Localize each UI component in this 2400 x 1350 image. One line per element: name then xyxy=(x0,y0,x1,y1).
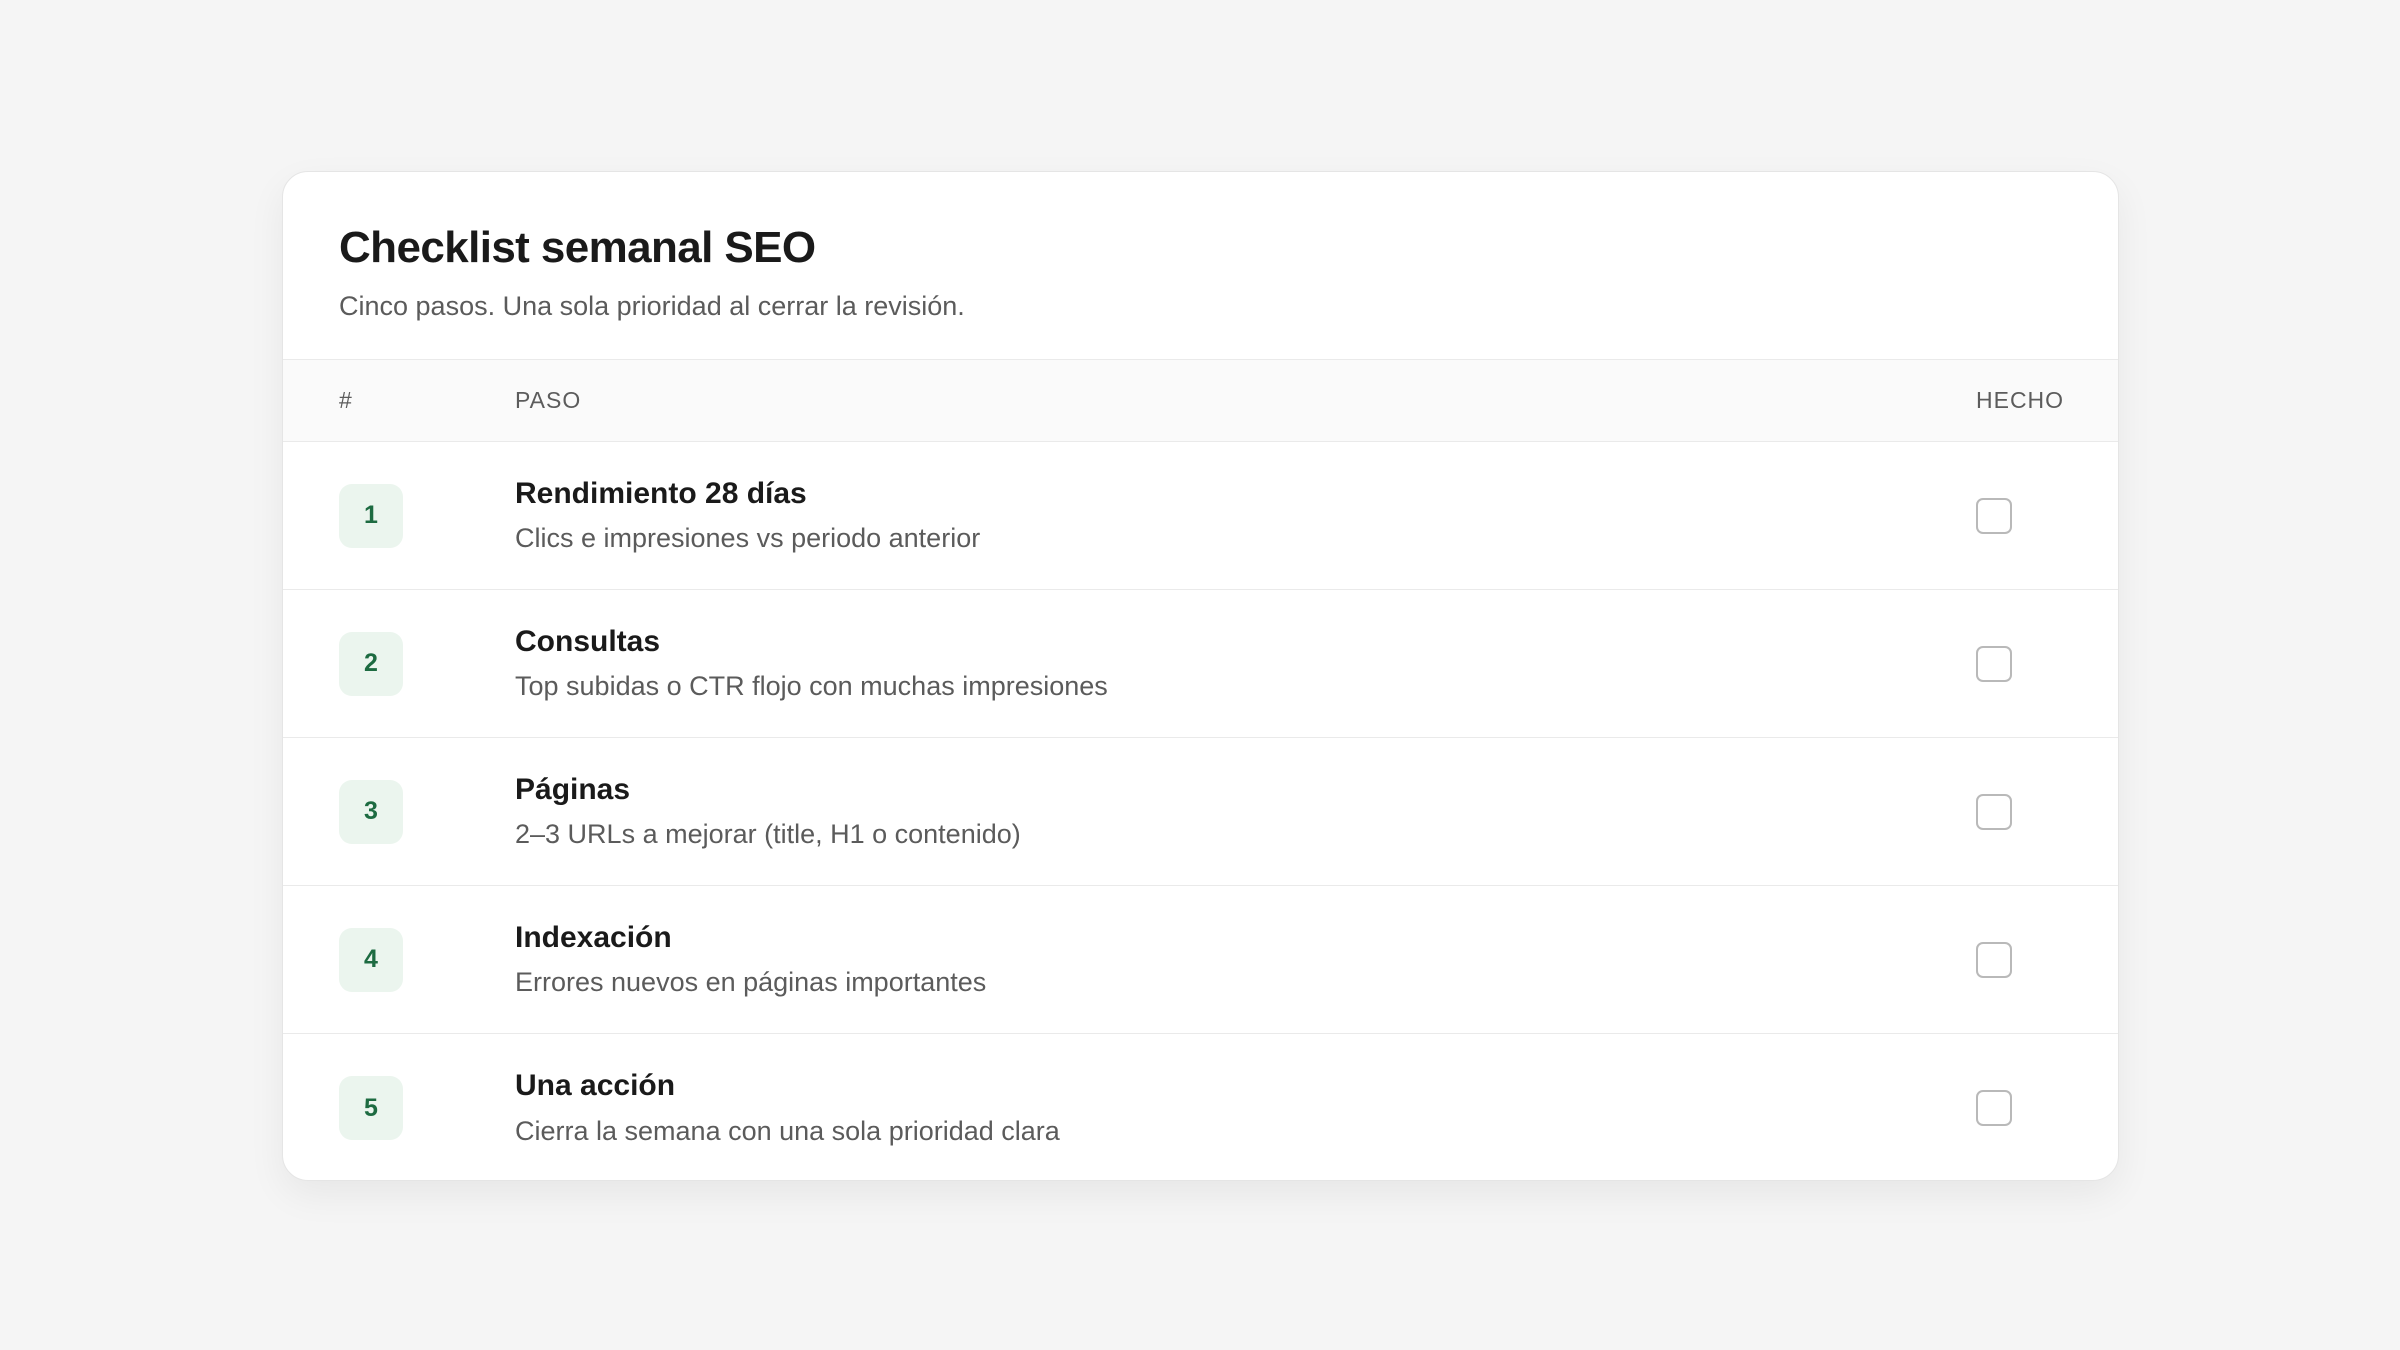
done-checkbox[interactable] xyxy=(1976,941,2012,978)
step-description: Top subidas o CTR flojo con muchas impre… xyxy=(515,671,1108,702)
done-checkbox[interactable] xyxy=(1976,645,2012,682)
step-title: Indexación xyxy=(515,920,672,954)
step-number-badge: 1 xyxy=(339,483,403,548)
step-description: Cierra la semana con una sola prioridad … xyxy=(515,1115,1060,1146)
step-number-badge: 3 xyxy=(339,779,403,844)
page-title: Checklist semanal SEO xyxy=(339,223,816,272)
table-header: # PASO HECHO xyxy=(283,360,2118,442)
page-subtitle: Cinco pasos. Una sola prioridad al cerra… xyxy=(339,290,965,321)
header-step: PASO xyxy=(515,387,582,413)
step-description: 2–3 URLs a mejorar (title, H1 o contenid… xyxy=(515,819,1021,850)
table-row: 1 Rendimiento 28 días Clics e impresione… xyxy=(283,442,2118,590)
table-row: 4 Indexación Errores nuevos en páginas i… xyxy=(283,886,2118,1034)
step-title: Rendimiento 28 días xyxy=(515,476,807,510)
header-num: # xyxy=(339,387,353,413)
done-checkbox[interactable] xyxy=(1976,793,2012,830)
step-title: Páginas xyxy=(515,772,631,806)
step-title: Consultas xyxy=(515,624,661,658)
step-description: Clics e impresiones vs periodo anterior xyxy=(515,523,981,554)
step-title: Una acción xyxy=(515,1069,676,1103)
step-number-badge: 4 xyxy=(339,927,403,992)
table-row: 3 Páginas 2–3 URLs a mejorar (title, H1 … xyxy=(283,738,2118,886)
done-checkbox[interactable] xyxy=(1976,1090,2012,1126)
header-done: HECHO xyxy=(1976,387,2065,413)
step-number-badge: 5 xyxy=(339,1076,403,1140)
step-description: Errores nuevos en páginas importantes xyxy=(515,967,987,998)
checklist-table: # PASO HECHO 1 Rendimiento 28 días Clics… xyxy=(283,360,2118,1180)
checklist-card: Checklist semanal SEO Cinco pasos. Una s… xyxy=(282,171,2119,1181)
card-header: Checklist semanal SEO Cinco pasos. Una s… xyxy=(283,172,2118,360)
done-checkbox[interactable] xyxy=(1976,497,2012,534)
table-row: 5 Una acción Cierra la semana con una so… xyxy=(283,1034,2118,1180)
step-number-badge: 2 xyxy=(339,631,403,696)
table-row: 2 Consultas Top subidas o CTR flojo con … xyxy=(283,590,2118,738)
